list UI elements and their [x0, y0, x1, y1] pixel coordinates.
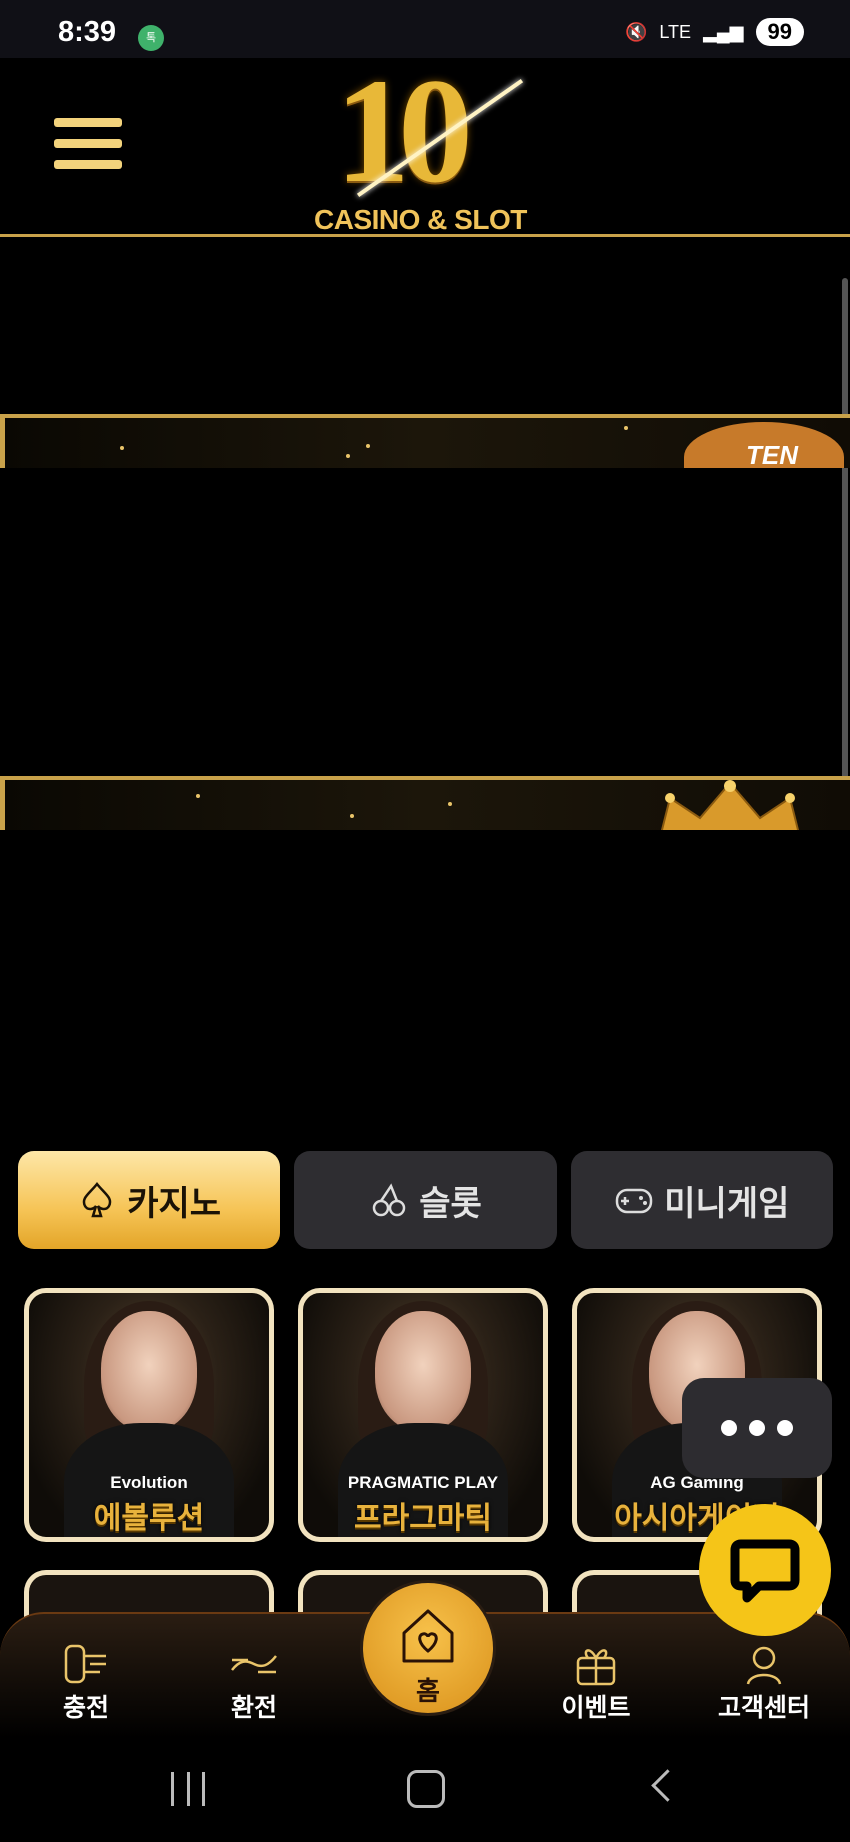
battery-level: 99 [755, 18, 804, 46]
more-options-button[interactable] [682, 1378, 832, 1478]
nav-label: 환전 [230, 1693, 277, 1722]
category-tabs: 카지노 슬롯 미니게임 [18, 1151, 833, 1249]
hamburger-icon[interactable] [54, 118, 122, 176]
card-brand: PRAGMATIC PLAY [347, 1473, 499, 1492]
page-scrollbar[interactable] [842, 278, 848, 828]
dealer-image [101, 1311, 197, 1431]
nav-withdraw[interactable]: 환전 [184, 1614, 324, 1738]
recent-apps-icon[interactable] [171, 1772, 205, 1806]
nav-event[interactable]: 이벤트 [526, 1614, 666, 1738]
banner-badge-text: TEN [746, 440, 798, 468]
game-card-pragmatic[interactable]: PRAGMATIC PLAY 프라그마틱 [298, 1288, 548, 1542]
cherry-icon [372, 1183, 406, 1217]
status-time: 8:39 [58, 16, 117, 48]
tab-slot[interactable]: 슬롯 [294, 1151, 557, 1249]
site-header: 10 CASINO & SLOT [0, 56, 850, 237]
site-logo[interactable]: 10 CASINO & SLOT [300, 56, 560, 235]
chat-bubble-icon [730, 1539, 800, 1603]
chat-button[interactable] [699, 1504, 831, 1636]
gamepad-icon [616, 1188, 653, 1214]
nav-label: 고객센터 [717, 1693, 810, 1722]
status-indicators: 🔇 LTE ▂▄▆ 99 [625, 18, 804, 46]
system-nav-bar [0, 1736, 850, 1842]
nav-deposit[interactable]: 충전 [16, 1614, 156, 1738]
game-card-evolution[interactable]: Evolution 에볼루션 [24, 1288, 274, 1542]
nav-label: 홈 [416, 1677, 440, 1707]
support-icon [746, 1646, 782, 1685]
tab-casino[interactable]: 카지노 [18, 1151, 281, 1249]
crown-icon [660, 780, 800, 830]
network-label: LTE [659, 21, 692, 42]
mute-icon: 🔇 [624, 21, 648, 42]
nav-label: 충전 [62, 1693, 109, 1722]
withdraw-icon [231, 1655, 277, 1674]
card-label: 에볼루션 [93, 1501, 205, 1536]
dealer-image [375, 1311, 471, 1431]
tab-label: 슬롯 [419, 1183, 482, 1224]
spade-icon [83, 1181, 112, 1218]
kakao-notification-icon: 톡 [138, 25, 164, 51]
signal-icon: ▂▄▆ [703, 21, 744, 42]
ellipsis-icon [721, 1420, 737, 1436]
home-heart-icon [402, 1609, 454, 1663]
nav-label: 이벤트 [561, 1693, 631, 1722]
card-brand: Evolution [110, 1473, 188, 1492]
tab-minigame[interactable]: 미니게임 [570, 1151, 833, 1249]
logo-text: CASINO & SLOT [314, 204, 527, 235]
promo-banner[interactable] [0, 776, 850, 830]
card-label: 프라그마틱 [354, 1501, 492, 1536]
gift-icon [576, 1649, 616, 1686]
back-icon[interactable] [651, 1769, 684, 1802]
nav-home-button[interactable]: 홈 [360, 1580, 496, 1716]
deposit-icon [64, 1644, 106, 1684]
tab-label: 미니게임 [664, 1183, 790, 1224]
promo-banner[interactable]: TEN [0, 414, 850, 468]
system-home-icon[interactable] [407, 1770, 445, 1808]
tab-label: 카지노 [127, 1183, 222, 1224]
logo-number: 10 [335, 48, 473, 214]
